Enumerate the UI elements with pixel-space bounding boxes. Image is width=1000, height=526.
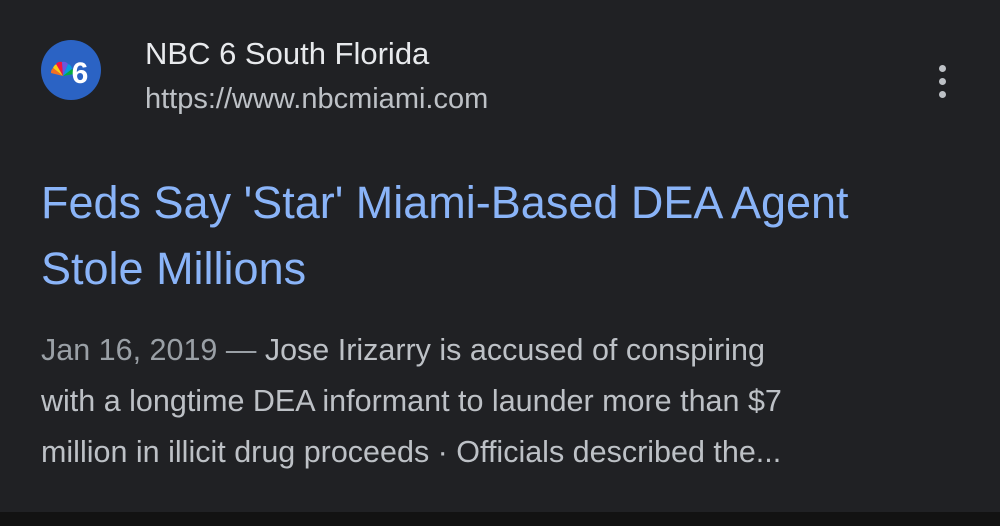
more-dot xyxy=(938,64,946,72)
result-snippet: Jan 16, 2019 — Jose Irizarry is accused … xyxy=(41,325,971,478)
svg-text:6: 6 xyxy=(72,57,89,90)
more-dot xyxy=(938,90,946,98)
result-title-link[interactable]: Feds Say 'Star' Miami-Based DEA Agent St… xyxy=(41,170,971,302)
snippet-line-1: Jan 16, 2019 — Jose Irizarry is accused … xyxy=(41,325,971,376)
source-url[interactable]: https://www.nbcmiami.com xyxy=(145,80,488,118)
nbc-6-logo-icon[interactable]: 6 xyxy=(41,40,101,100)
title-line-1: Feds Say 'Star' Miami-Based DEA Agent xyxy=(41,177,849,228)
bottom-divider xyxy=(0,512,1000,526)
title-line-2: Stole Millions xyxy=(41,243,307,294)
source-name[interactable]: NBC 6 South Florida xyxy=(145,34,429,74)
more-options-icon[interactable] xyxy=(924,56,960,106)
more-dot xyxy=(938,77,946,85)
search-result-card: 6 NBC 6 South Florida https://www.nbcmia… xyxy=(0,0,1000,512)
snippet-date: Jan 16, 2019 — xyxy=(41,333,257,367)
snippet-text-1: Jose Irizarry is accused of conspiring xyxy=(264,333,765,367)
snippet-line-2: with a longtime DEA informant to launder… xyxy=(41,384,782,418)
snippet-line-3: million in illicit drug proceeds · Offic… xyxy=(41,435,782,469)
